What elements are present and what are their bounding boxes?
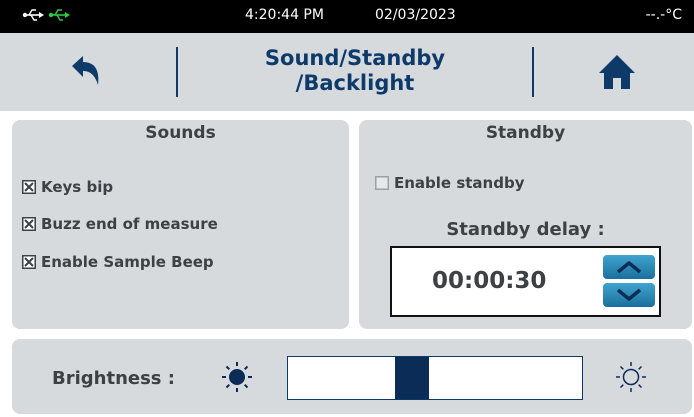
decrease-delay-button[interactable] bbox=[603, 283, 655, 307]
status-temperature: --.-°C bbox=[645, 7, 682, 23]
sounds-title: Sounds bbox=[145, 123, 216, 143]
checked-box-icon bbox=[22, 180, 36, 194]
brightness-slider-thumb[interactable] bbox=[395, 357, 429, 399]
standby-title: Standby bbox=[485, 123, 566, 143]
enable-sample-beep-label: Enable Sample Beep bbox=[41, 253, 214, 271]
buzz-end-of-measure-checkbox[interactable]: Buzz end of measure bbox=[22, 214, 218, 234]
header: Sound/Standby /Backlight bbox=[0, 33, 694, 111]
enable-standby-label: Enable standby bbox=[394, 174, 525, 192]
header-divider bbox=[532, 47, 534, 97]
header-divider bbox=[176, 47, 178, 97]
standby-panel: Standby Enable standby Standby delay : 0… bbox=[359, 120, 692, 329]
checked-box-icon bbox=[22, 217, 36, 231]
sun-light-icon bbox=[616, 362, 646, 392]
brightness-panel: Brightness : bbox=[12, 339, 692, 414]
keys-bip-checkbox[interactable]: Keys bip bbox=[22, 177, 113, 197]
standby-delay-label: Standby delay : bbox=[446, 219, 605, 240]
brightness-slider[interactable] bbox=[287, 356, 583, 400]
standby-delay-value: 00:00:30 bbox=[432, 268, 547, 294]
keys-bip-label: Keys bip bbox=[41, 178, 114, 196]
sun-dark-icon bbox=[222, 362, 252, 392]
chevron-up-icon bbox=[616, 261, 642, 274]
status-time: 4:20:44 PM bbox=[245, 7, 324, 23]
chevron-down-icon bbox=[616, 288, 642, 301]
brightness-label: Brightness : bbox=[52, 368, 175, 389]
standby-delay-stepper: 00:00:30 bbox=[390, 246, 661, 317]
usb-icon bbox=[22, 9, 44, 21]
increase-delay-button[interactable] bbox=[603, 255, 655, 279]
enable-sample-beep-checkbox[interactable]: Enable Sample Beep bbox=[22, 252, 214, 272]
status-bar: 4:20:44 PM 02/03/2023 --.-°C bbox=[0, 0, 694, 33]
sounds-panel: Sounds Keys bip Buzz end of measure Enab… bbox=[12, 120, 349, 329]
buzz-end-of-measure-label: Buzz end of measure bbox=[41, 215, 218, 233]
enable-standby-checkbox[interactable]: Enable standby bbox=[375, 173, 524, 193]
back-arrow-icon[interactable] bbox=[68, 53, 104, 89]
page-title: Sound/Standby /Backlight bbox=[264, 46, 446, 95]
home-icon[interactable] bbox=[597, 53, 637, 91]
checked-box-icon bbox=[22, 255, 36, 269]
usb-connected-icon bbox=[48, 9, 70, 21]
unchecked-box-icon bbox=[375, 176, 389, 190]
status-date: 02/03/2023 bbox=[375, 7, 456, 23]
